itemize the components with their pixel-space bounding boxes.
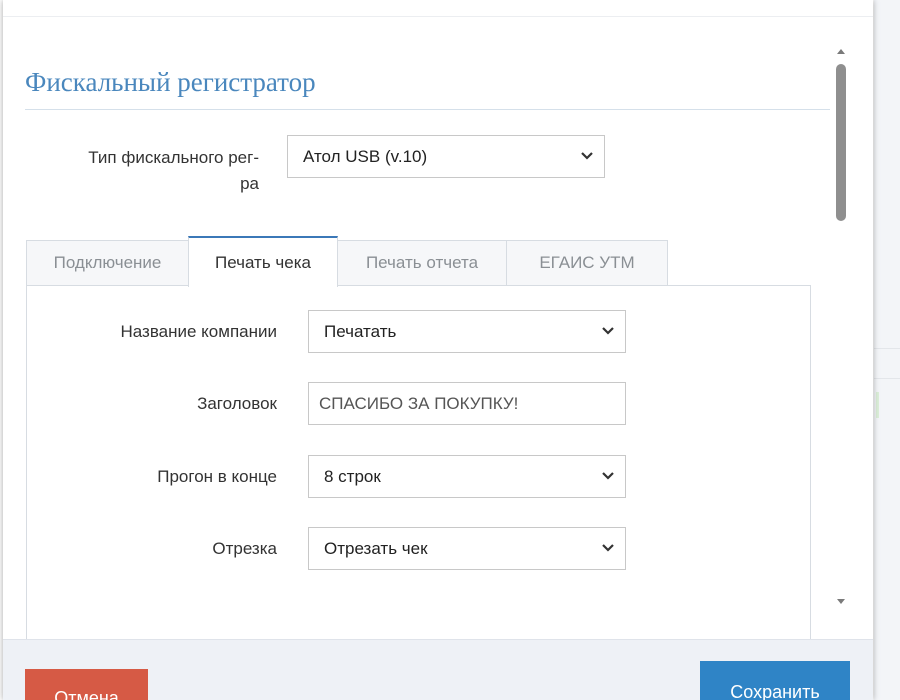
cut-select[interactable]: Отрезать чек xyxy=(308,527,626,570)
chevron-down-icon xyxy=(602,327,614,335)
register-type-label-line2: ра xyxy=(240,174,259,193)
scrollbar-thumb[interactable] xyxy=(836,64,846,221)
register-type-label-line1: Тип фискального рег- xyxy=(88,148,259,167)
dialog-body[interactable]: Фискальный регистратор Тип фискального р… xyxy=(3,17,873,639)
save-button[interactable]: Сохранить xyxy=(700,661,850,700)
dialog-footer: Отмена Сохранить xyxy=(3,639,873,700)
background-divider xyxy=(874,378,900,379)
tab-egais-utm[interactable]: ЕГАИС УТМ xyxy=(506,240,668,286)
cut-value: Отрезать чек xyxy=(324,539,428,558)
register-type-value: Атол USB (v.10) xyxy=(303,147,428,166)
triangle-up-icon[interactable] xyxy=(834,44,848,58)
background-divider xyxy=(874,348,900,349)
header-label: Заголовок xyxy=(197,394,277,413)
company-name-value: Печатать xyxy=(324,322,397,341)
register-type-select[interactable]: Атол USB (v.10) xyxy=(287,135,605,178)
receipt-print-panel: Название компании Печатать Заголовок СПА… xyxy=(26,285,811,639)
section-title: Фискальный регистратор xyxy=(25,67,316,97)
chevron-down-icon xyxy=(581,152,593,160)
cut-label: Отрезка xyxy=(212,539,277,558)
chevron-down-icon xyxy=(602,544,614,552)
tab-label: ЕГАИС УТМ xyxy=(539,253,635,272)
feed-at-end-select[interactable]: 8 строк xyxy=(308,455,626,498)
feed-at-end-label: Прогон в конце xyxy=(157,467,277,486)
feed-at-end-value: 8 строк xyxy=(324,467,381,486)
company-name-select[interactable]: Печатать xyxy=(308,310,626,353)
tab-label: Печать отчета xyxy=(365,253,479,272)
tab-receipt-print[interactable]: Печать чека xyxy=(188,236,338,287)
header-input[interactable]: СПАСИБО ЗА ПОКУПКУ! xyxy=(308,382,626,425)
tab-report-print[interactable]: Печать отчета xyxy=(337,240,507,286)
header-input-value: СПАСИБО ЗА ПОКУПКУ! xyxy=(319,394,519,413)
section-divider xyxy=(25,109,830,110)
tab-label: Печать чека xyxy=(215,253,311,272)
background-page xyxy=(874,0,900,700)
tab-label: Подключение xyxy=(53,253,162,272)
tab-connection[interactable]: Подключение xyxy=(26,240,189,286)
cancel-button[interactable]: Отмена xyxy=(25,669,148,700)
fiscal-register-dialog: Фискальный регистратор Тип фискального р… xyxy=(3,0,873,700)
triangle-down-icon[interactable] xyxy=(834,595,848,609)
company-name-label: Название компании xyxy=(120,322,277,341)
chevron-down-icon xyxy=(602,472,614,480)
dialog-header xyxy=(3,0,873,17)
register-type-label: Тип фискального рег- ра xyxy=(29,145,259,197)
background-highlight xyxy=(876,392,879,418)
